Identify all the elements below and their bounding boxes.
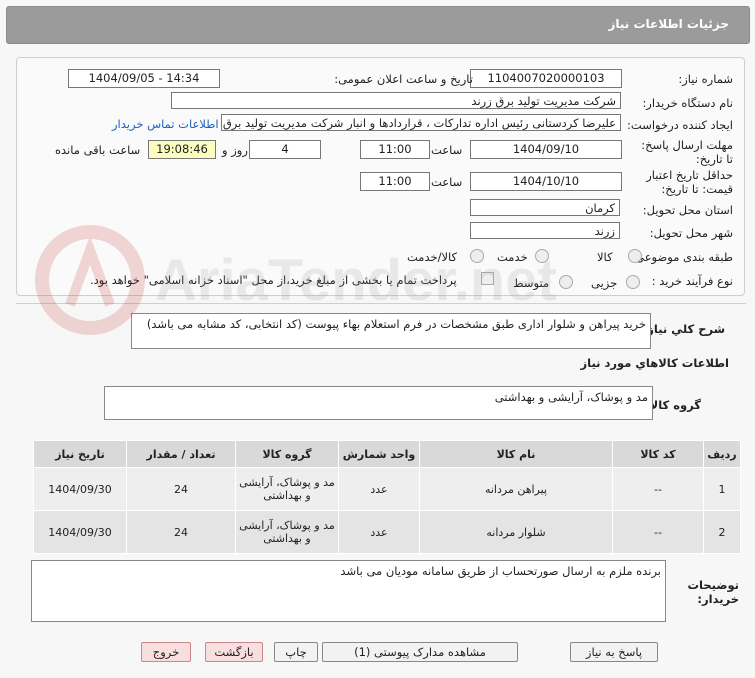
need-number-label: شماره نیاز: xyxy=(678,72,733,86)
view-attachments-button[interactable]: مشاهده مدارک پیوستی (1) xyxy=(322,642,518,662)
col-unit: واحد شمارش xyxy=(338,440,420,468)
cell-date: 1404/09/30 xyxy=(33,467,127,511)
category-goods-radio[interactable] xyxy=(628,249,642,263)
announce-datetime-field: 1404/09/05 - 14:34 xyxy=(68,69,220,88)
cell-group: مد و پوشاک، آرایشی و بهداشتی xyxy=(235,510,339,554)
cell-unit: عدد xyxy=(338,467,420,511)
send-time-label: ساعت xyxy=(431,143,463,157)
general-desc-box: خرید پیراهن و شلوار اداری طبق مشخصات در … xyxy=(131,313,651,349)
payment-note: پرداخت تمام یا بخشی از مبلغ خرید،از محل … xyxy=(90,273,457,287)
send-time-field: 11:00 xyxy=(360,140,430,159)
goods-group-label: گروه کالا: xyxy=(645,398,701,412)
category-goods-service-radio[interactable] xyxy=(470,249,484,263)
validity-time-field: 11:00 xyxy=(360,172,430,191)
col-qty: تعداد / مقدار xyxy=(126,440,236,468)
buyer-notes-label: توضیحات خریدار: xyxy=(687,578,740,606)
category-goods-label: کالا xyxy=(597,250,613,264)
requester-field: علیرضا کردستانی رئیس اداره تدارکات ، قرا… xyxy=(221,114,621,131)
items-table: ردیف کد کالا نام کالا واحد شمارش گروه کا… xyxy=(33,440,741,554)
cell-row: 1 xyxy=(703,467,741,511)
announce-datetime-label: تاریخ و ساعت اعلان عمومی: xyxy=(334,72,473,86)
buyer-org-field: شرکت مدیریت تولید برق زرند xyxy=(171,92,621,109)
col-date: تاریخ نیاز xyxy=(33,440,127,468)
page-header: جزئیات اطلاعات نیاز xyxy=(6,6,750,44)
send-deadline-label: مهلت ارسال پاسخ: تا تاریخ: xyxy=(641,138,733,166)
validity-time-label: ساعت xyxy=(431,175,463,189)
cell-code: -- xyxy=(612,467,704,511)
need-number-field: 1104007020000103 xyxy=(470,69,622,88)
cell-code: -- xyxy=(612,510,704,554)
cell-qty: 24 xyxy=(126,467,236,511)
cell-qty: 24 xyxy=(126,510,236,554)
table-row: 2 -- شلوار مردانه عدد مد و پوشاک، آرایشی… xyxy=(33,510,741,554)
goods-info-heading: اطلاعات کالاهاي مورد نياز xyxy=(580,356,729,370)
remaining-label: ساعت باقی مانده xyxy=(55,143,141,157)
table-row: 1 -- پیراهن مردانه عدد مد و پوشاک، آرایش… xyxy=(33,467,741,511)
province-field: کرمان xyxy=(470,199,620,216)
exit-button[interactable]: خروج xyxy=(141,642,191,662)
cell-group: مد و پوشاک، آرایشی و بهداشتی xyxy=(235,467,339,511)
cell-row: 2 xyxy=(703,510,741,554)
print-button[interactable]: چاپ xyxy=(274,642,318,662)
days-field: 4 xyxy=(249,140,321,159)
divider xyxy=(16,303,746,304)
reply-button[interactable]: پاسخ به نیاز xyxy=(570,642,658,662)
col-row: ردیف xyxy=(703,440,741,468)
category-label: طبقه بندی موضوعی: xyxy=(631,250,733,264)
table-header-row: ردیف کد کالا نام کالا واحد شمارش گروه کا… xyxy=(33,440,741,468)
city-label: شهر محل تحویل: xyxy=(649,226,733,240)
min-validity-label: حداقل تاریخ اعتبار قیمت: تا تاریخ: xyxy=(646,168,733,196)
cell-name: شلوار مردانه xyxy=(419,510,613,554)
process-partial-radio[interactable] xyxy=(626,275,640,289)
buyer-org-label: نام دستگاه خریدار: xyxy=(642,96,733,110)
buyer-contact-link[interactable]: اطلاعات تماس خریدار xyxy=(112,117,219,131)
cell-date: 1404/09/30 xyxy=(33,510,127,554)
category-goods-service-label: کالا/خدمت xyxy=(407,250,458,264)
province-label: استان محل تحویل: xyxy=(642,203,733,217)
buyer-notes-box: برنده ملزم به ارسال صورتحساب از طریق سام… xyxy=(31,560,666,622)
col-group: گروه کالا xyxy=(235,440,339,468)
page-title: جزئیات اطلاعات نیاز xyxy=(608,17,729,31)
requester-label: ایجاد کننده درخواست: xyxy=(627,118,733,132)
payment-treasury-checkbox[interactable] xyxy=(481,272,494,285)
cell-name: پیراهن مردانه xyxy=(419,467,613,511)
category-service-radio[interactable] xyxy=(535,249,549,263)
remaining-time-field: 19:08:46 xyxy=(148,140,216,159)
process-medium-radio[interactable] xyxy=(559,275,573,289)
validity-date-field: 1404/10/10 xyxy=(470,172,622,191)
process-type-label: نوع فرآیند خرید : xyxy=(651,274,733,288)
city-field: زرند xyxy=(470,222,620,239)
col-code: کد کالا xyxy=(612,440,704,468)
days-label: روز و xyxy=(222,143,248,157)
back-button[interactable]: بازگشت xyxy=(205,642,263,662)
general-desc-label: شرح کلي نياز: xyxy=(642,322,725,336)
process-partial-label: جزیی xyxy=(591,276,618,290)
goods-group-box: مد و پوشاک، آرایشی و بهداشتی xyxy=(104,386,653,420)
category-service-label: خدمت xyxy=(497,250,528,264)
process-medium-label: متوسط xyxy=(513,276,550,290)
col-name: نام کالا xyxy=(419,440,613,468)
send-date-field: 1404/09/10 xyxy=(470,140,622,159)
cell-unit: عدد xyxy=(338,510,420,554)
